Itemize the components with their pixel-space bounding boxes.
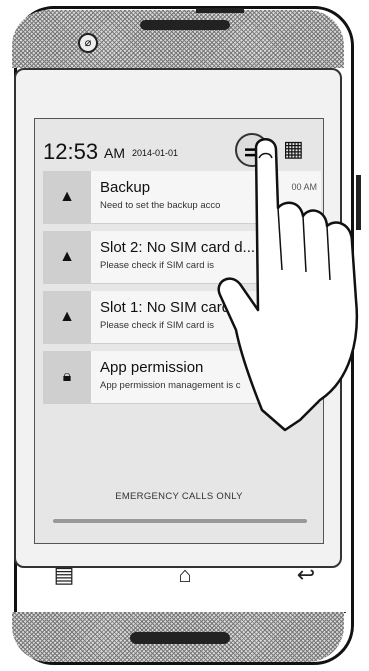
- pointing-hand-icon: [217, 138, 359, 432]
